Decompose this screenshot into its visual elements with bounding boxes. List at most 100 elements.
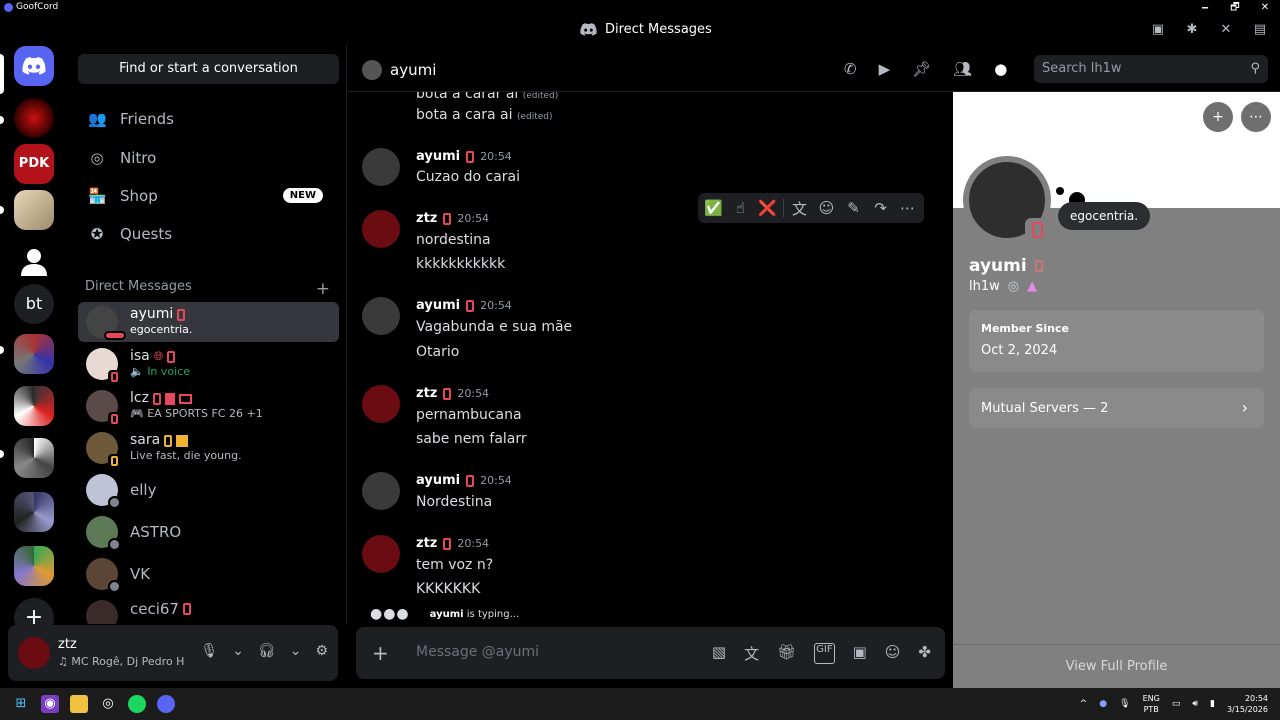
- file-explorer-icon[interactable]: [70, 695, 88, 713]
- language-indicator[interactable]: ENG PTB: [1143, 693, 1160, 715]
- user-profile-icon[interactable]: ●: [994, 60, 1007, 78]
- video-call-icon[interactable]: ▶: [879, 60, 891, 78]
- dm-item-sara[interactable]: sara Live fast, die young.: [78, 428, 339, 468]
- battery-icon[interactable]: ▮: [1210, 699, 1215, 709]
- server-folder-5[interactable]: [14, 546, 54, 586]
- home-button[interactable]: [14, 46, 54, 86]
- translate-icon[interactable]: 文: [744, 643, 759, 664]
- typing-user: ayumi: [429, 608, 464, 620]
- message-author[interactable]: ztz: [416, 386, 437, 401]
- nav-nitro[interactable]: ◎ Nitro: [78, 139, 339, 177]
- network-icon[interactable]: ▭: [1172, 699, 1181, 709]
- react-finger-button[interactable]: ☝: [729, 199, 752, 217]
- mutual-servers-button[interactable]: Mutual Servers — 2 ›: [969, 388, 1264, 428]
- pin-icon[interactable]: 📌︎: [912, 60, 931, 78]
- message-avatar[interactable]: [362, 385, 400, 423]
- close-button[interactable]: ✕: [1250, 0, 1280, 15]
- tray-mic-icon[interactable]: 🎙︎: [1119, 699, 1130, 709]
- bug-icon[interactable]: ✱: [1184, 22, 1200, 38]
- mobile-status-icon: [1025, 218, 1051, 244]
- tray-app-icon[interactable]: ●: [1099, 699, 1107, 709]
- message-text: kkkkkkkkkkk: [416, 256, 506, 272]
- more-options-icon[interactable]: ⋯: [896, 199, 919, 217]
- server-folder-3[interactable]: [14, 438, 54, 478]
- nav-quests[interactable]: ✪ Quests: [78, 215, 339, 253]
- forward-icon[interactable]: ↷: [869, 199, 892, 217]
- dm-item-vk[interactable]: VK: [78, 554, 339, 594]
- inbox-icon[interactable]: ▣: [1150, 22, 1166, 38]
- message-author[interactable]: ayumi: [416, 149, 460, 164]
- message-input[interactable]: Message @ayumi: [416, 644, 539, 660]
- taskbar-clock[interactable]: 20:54 3/15/2026: [1227, 693, 1268, 715]
- boost-badge-icon[interactable]: ▲: [1027, 279, 1037, 294]
- server-icon-1[interactable]: [14, 98, 54, 138]
- dm-item-astro[interactable]: ASTRO: [78, 512, 339, 552]
- react-cross-button[interactable]: ❌: [756, 199, 779, 217]
- sticker-icon[interactable]: ▣: [853, 643, 867, 664]
- volume-icon[interactable]: 🔊︎: [1192, 699, 1198, 709]
- server-icon-user[interactable]: [14, 242, 54, 282]
- attach-plus-icon[interactable]: +: [372, 641, 389, 665]
- profile-avatar[interactable]: [963, 156, 1051, 244]
- add-friends-icon[interactable]: 👥︎: [953, 60, 972, 78]
- status-bubble-dot: [1056, 187, 1064, 195]
- chevron-down-icon[interactable]: ⌄: [232, 643, 244, 659]
- server-icon-pdk[interactable]: PDK: [14, 144, 54, 184]
- dm-item-ayumi[interactable]: ayumi egocentria.: [78, 302, 339, 342]
- gif-icon[interactable]: GIF: [814, 643, 835, 664]
- microphone-icon[interactable]: 🎙︎: [200, 643, 218, 659]
- apps-icon[interactable]: ✤: [918, 643, 931, 664]
- find-conversation-button[interactable]: Find or start a conversation: [78, 54, 339, 84]
- react-check-button[interactable]: ✅: [702, 199, 725, 217]
- more-icon[interactable]: ⋯: [1241, 102, 1271, 132]
- notes-icon[interactable]: ▤: [1252, 22, 1268, 38]
- search-input[interactable]: Search lh1w ⚲: [1034, 55, 1268, 83]
- gift-icon[interactable]: 🎁︎: [777, 643, 796, 664]
- dm-item-elly[interactable]: elly: [78, 470, 339, 510]
- edit-icon[interactable]: ✎: [842, 199, 865, 217]
- nav-shop[interactable]: 🏪 Shop NEW: [78, 177, 339, 215]
- obs-icon[interactable]: ◎: [99, 695, 117, 713]
- nav-friends[interactable]: 👥 Friends: [78, 100, 339, 138]
- message-avatar[interactable]: [362, 472, 400, 510]
- server-folder-2[interactable]: [14, 386, 54, 426]
- chat-recipient[interactable]: ayumi: [362, 60, 436, 80]
- message-author[interactable]: ayumi: [416, 298, 460, 313]
- server-icon-bt[interactable]: bt: [14, 284, 54, 324]
- call-icon[interactable]: ✆: [844, 60, 857, 78]
- message-avatar[interactable]: [362, 297, 400, 335]
- dm-item-isa[interactable]: isa 🌐︎ 🔈 In voice: [78, 344, 339, 384]
- view-full-profile-button[interactable]: View Full Profile: [953, 644, 1280, 688]
- message-text: sabe nem falarr: [416, 431, 527, 447]
- tray-chevron-icon[interactable]: ^: [1080, 699, 1088, 709]
- message-author[interactable]: ztz: [416, 536, 437, 551]
- translate-icon[interactable]: 文: [788, 198, 811, 219]
- spotify-icon[interactable]: [128, 695, 146, 713]
- minimize-button[interactable]: 🗕: [1190, 0, 1220, 15]
- server-icon-3[interactable]: [14, 190, 54, 230]
- message-avatar[interactable]: [362, 535, 400, 573]
- no-embed-icon[interactable]: ▧: [712, 643, 726, 664]
- message-author[interactable]: ztz: [416, 211, 437, 226]
- user-avatar[interactable]: [18, 637, 50, 669]
- add-reaction-icon[interactable]: ☺: [815, 199, 838, 217]
- emoji-icon[interactable]: ☺: [885, 643, 901, 664]
- message-author[interactable]: ayumi: [416, 473, 460, 488]
- settings-gear-icon[interactable]: ⚙: [315, 643, 328, 659]
- maximize-button[interactable]: 🗗: [1220, 0, 1250, 15]
- server-folder-1[interactable]: [14, 334, 54, 374]
- dm-item-lcz[interactable]: lcz 🎮 EA SPORTS FC 26 +1: [78, 386, 339, 426]
- nitro-badge-icon[interactable]: ◎: [1008, 279, 1019, 294]
- goofcord-app-icon[interactable]: ◉: [41, 695, 59, 713]
- message-avatar[interactable]: [362, 210, 400, 248]
- create-dm-button[interactable]: +: [316, 279, 330, 299]
- chevron-down-icon[interactable]: ⌄: [290, 643, 302, 659]
- add-friend-icon[interactable]: +: [1203, 102, 1233, 132]
- server-folder-4[interactable]: [14, 492, 54, 532]
- windows-start-icon[interactable]: ⊞: [12, 695, 30, 713]
- dm-item-ceci67[interactable]: ceci67: [78, 596, 339, 624]
- headphones-icon[interactable]: 🎧︎: [258, 643, 276, 659]
- tools-icon[interactable]: ✕: [1218, 22, 1234, 38]
- message-avatar[interactable]: [362, 148, 400, 186]
- discord-app-icon[interactable]: [157, 695, 175, 713]
